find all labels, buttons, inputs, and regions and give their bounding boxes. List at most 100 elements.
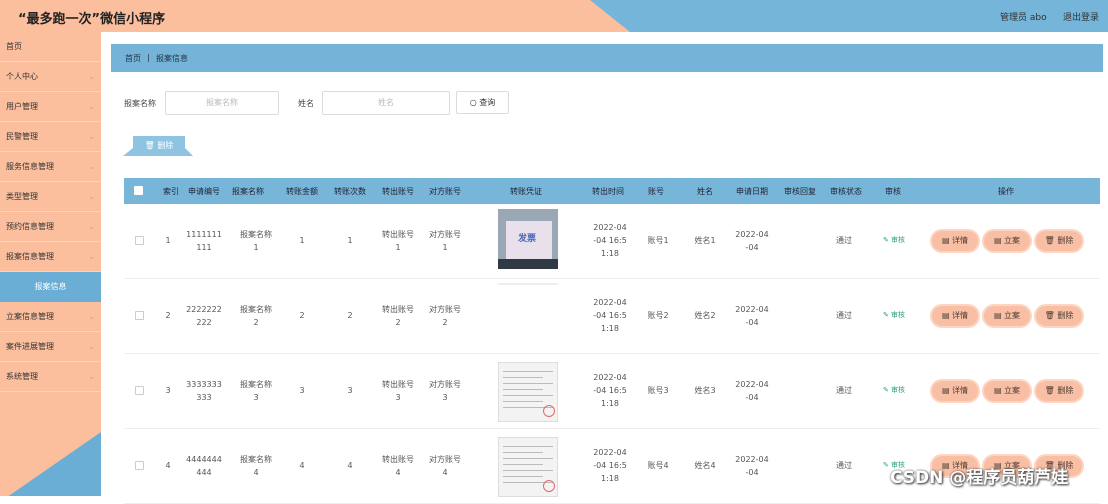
file-case-button-label: 立案 — [1004, 311, 1021, 320]
delete-button[interactable]: 🗑 删除 — [1036, 306, 1082, 326]
account: 账号4 — [647, 461, 669, 470]
application-number-part2: 222 — [196, 318, 212, 327]
case-name-line1: 报案名称 — [240, 455, 272, 464]
sidebar-item-3[interactable]: 民警管理 ⌄ — [0, 122, 101, 152]
sidebar-item-10[interactable]: 案件进展管理 ⌄ — [0, 332, 101, 362]
column-header: 转账次数 — [334, 187, 366, 196]
peer-account-line2: 4 — [442, 468, 448, 477]
application-number-part2: 444 — [196, 468, 212, 477]
sidebar-item-label: 系统管理 — [6, 372, 38, 381]
case-name-line2: 1 — [253, 243, 259, 252]
column-header: 操作 — [998, 187, 1014, 196]
row-index: 2 — [165, 311, 171, 320]
audit-link[interactable]: ✎ 审核 — [883, 235, 905, 245]
breadcrumb: 首页 | 报案信息 — [111, 44, 1103, 72]
row-checkbox[interactable] — [135, 236, 144, 245]
application-number-part2: 111 — [196, 243, 212, 252]
person-name-input[interactable]: 姓名 — [322, 91, 450, 115]
sidebar: 首页 个人中心 ⌄ 用户管理 ⌄ 民警管理 ⌄ 服务信息管理 ⌄ 类型管理 ⌄ 预约信息管理 ⌄ 报案信息… — [0, 32, 101, 496]
detail-button-label: 详情 — [952, 311, 969, 320]
detail-button[interactable]: ▤ 详情 — [932, 306, 978, 326]
sidebar-item-2[interactable]: 用户管理 ⌄ — [0, 92, 101, 122]
voucher-image[interactable] — [498, 437, 558, 497]
sidebar-item-8[interactable]: 报案信息 — [0, 272, 101, 302]
sidebar-item-1[interactable]: 个人中心 ⌄ — [0, 62, 101, 92]
sidebar-item-5[interactable]: 类型管理 ⌄ — [0, 182, 101, 212]
case-name-label: 报案名称 — [124, 99, 156, 108]
audit-link-label: 审核 — [891, 386, 906, 394]
column-header: 转出账号 — [382, 187, 414, 196]
person-name: 姓名2 — [694, 311, 716, 320]
audit-link-label: 审核 — [891, 236, 906, 244]
column-header: 审核 — [885, 187, 901, 196]
detail-button[interactable]: ▤ 详情 — [932, 231, 978, 251]
transfer-time-line3: 1:18 — [601, 324, 619, 333]
table-row: 1 1111111 111 报案名称 1 1 1 转出账号 1 对方账号 1 发票 2022-04 -04… — [124, 204, 1100, 279]
voucher-line — [503, 446, 553, 447]
out-account-line1: 转出账号 — [382, 455, 414, 464]
document-icon: ▤ — [993, 386, 1005, 395]
sidebar-item-label: 报案信息 — [34, 282, 67, 291]
chevron-down-icon: ⌄ — [88, 342, 95, 351]
sidebar-item-4[interactable]: 服务信息管理 ⌄ — [0, 152, 101, 182]
sidebar-item-7[interactable]: 报案信息管理 ⌄ — [0, 242, 101, 272]
column-header: 审核状态 — [830, 187, 862, 196]
transfer-count: 1 — [347, 236, 353, 245]
row-checkbox[interactable] — [135, 311, 144, 320]
search-icon: ○ — [469, 98, 477, 107]
peer-account-line2: 1 — [442, 243, 448, 252]
account: 账号2 — [647, 311, 669, 320]
voucher-image[interactable] — [498, 283, 558, 285]
transfer-time-line1: 2022-04 — [593, 298, 627, 307]
bulk-delete-label: 删除 — [157, 141, 174, 150]
application-number-part1: 1111111 — [186, 230, 222, 239]
voucher-seal — [543, 480, 555, 492]
column-header: 转账凭证 — [510, 187, 542, 196]
query-button[interactable]: ○ 查询 — [456, 91, 509, 114]
application-number-part1: 4444444 — [186, 455, 222, 464]
case-name-input[interactable]: 报案名称 — [165, 91, 279, 115]
voucher-line — [503, 464, 543, 465]
file-case-button[interactable]: ▤ 立案 — [984, 381, 1030, 401]
top-bar: “最多跑一次”微信小程序 管理员 abo 退出登录 — [0, 0, 1108, 32]
voucher-line — [503, 476, 543, 477]
sidebar-item-6[interactable]: 预约信息管理 ⌄ — [0, 212, 101, 242]
sidebar-item-9[interactable]: 立案信息管理 ⌄ — [0, 302, 101, 332]
chevron-down-icon: ⌄ — [88, 252, 95, 261]
column-header: 审核回复 — [784, 187, 816, 196]
audit-status: 通过 — [836, 386, 852, 395]
select-all-checkbox[interactable] — [134, 186, 143, 195]
apply-date-line1: 2022-04 — [735, 380, 769, 389]
logout-button[interactable]: 退出登录 — [1063, 10, 1099, 23]
voucher-photo-bottom — [498, 259, 558, 269]
case-name-line1: 报案名称 — [240, 305, 272, 314]
delete-button[interactable]: 🗑 删除 — [1036, 381, 1082, 401]
file-case-button[interactable]: ▤ 立案 — [984, 306, 1030, 326]
delete-button[interactable]: 🗑 删除 — [1036, 231, 1082, 251]
audit-link[interactable]: ✎ 审核 — [883, 385, 905, 395]
voucher-image[interactable]: 发票 — [498, 209, 558, 269]
peer-account-line1: 对方账号 — [429, 305, 461, 314]
account: 账号1 — [647, 236, 669, 245]
audit-link[interactable]: ✎ 审核 — [883, 310, 905, 320]
voucher-image[interactable] — [498, 362, 558, 422]
detail-button[interactable]: ▤ 详情 — [932, 381, 978, 401]
breadcrumb-home[interactable]: 首页 — [125, 53, 141, 64]
audit-status: 通过 — [836, 236, 852, 245]
sidebar-item-11[interactable]: 系统管理 ⌄ — [0, 362, 101, 392]
row-checkbox[interactable] — [135, 386, 144, 395]
transfer-amount: 2 — [299, 311, 305, 320]
bulk-delete-button[interactable]: 🗑 删除 — [133, 136, 185, 156]
sidebar-item-0[interactable]: 首页 — [0, 32, 101, 62]
file-case-button-label: 立案 — [1004, 386, 1021, 395]
person-name: 姓名3 — [694, 386, 716, 395]
file-case-button[interactable]: ▤ 立案 — [984, 231, 1030, 251]
case-name-line1: 报案名称 — [240, 380, 272, 389]
row-index: 3 — [165, 386, 171, 395]
sidebar-item-label: 案件进展管理 — [6, 342, 54, 351]
transfer-amount: 3 — [299, 386, 305, 395]
row-checkbox[interactable] — [135, 461, 144, 470]
sidebar-item-label: 服务信息管理 — [6, 162, 54, 171]
person-name: 姓名4 — [694, 461, 716, 470]
column-header: 申请日期 — [736, 187, 768, 196]
